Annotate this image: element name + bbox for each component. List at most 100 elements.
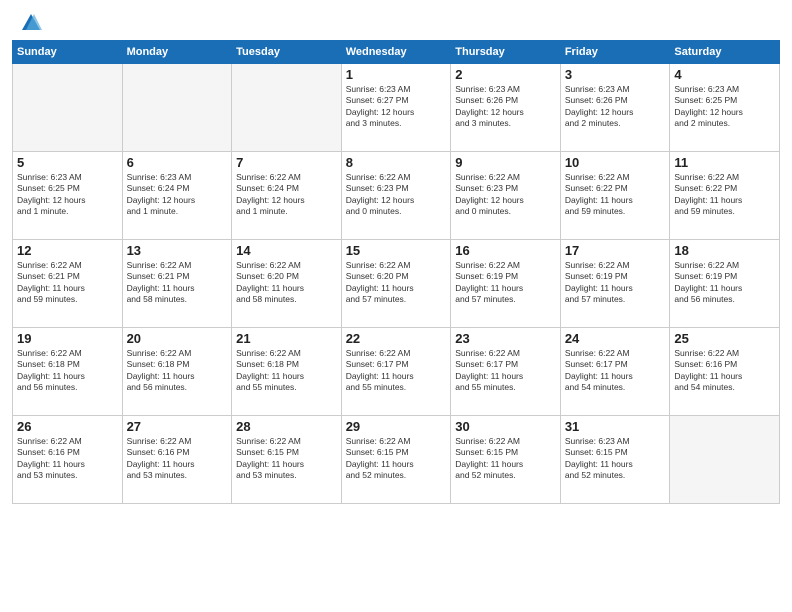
- day-info: Sunrise: 6:22 AMSunset: 6:18 PMDaylight:…: [17, 348, 118, 394]
- logo-icon: [20, 12, 42, 34]
- day-number: 31: [565, 419, 666, 434]
- day-number: 22: [346, 331, 447, 346]
- calendar-cell: 19 Sunrise: 6:22 AMSunset: 6:18 PMDayligh…: [13, 328, 123, 416]
- calendar-cell: 14 Sunrise: 6:22 AMSunset: 6:20 PMDayligh…: [232, 240, 342, 328]
- calendar-header-saturday: Saturday: [670, 41, 780, 64]
- day-number: 26: [17, 419, 118, 434]
- day-number: 8: [346, 155, 447, 170]
- day-number: 17: [565, 243, 666, 258]
- calendar-cell: 7Sunrise: 6:22 AMSunset: 6:24 PMDaylight…: [232, 152, 342, 240]
- day-number: 18: [674, 243, 775, 258]
- calendar-cell: 1 Sunrise: 6:23 AMSunset: 6:27 PMDaylight…: [341, 64, 451, 152]
- day-number: 24: [565, 331, 666, 346]
- day-info: Sunrise: 6:22 AMSunset: 6:17 PMDaylight:…: [455, 348, 556, 394]
- day-info: Sunrise: 6:22 AMSunset: 6:21 PMDaylight:…: [127, 260, 228, 306]
- day-info: Sunrise: 6:23 AMSunset: 6:26 PMDaylight:…: [565, 84, 666, 130]
- day-number: 19: [17, 331, 118, 346]
- day-info: Sunrise: 6:22 AMSunset: 6:17 PMDaylight:…: [346, 348, 447, 394]
- day-info: Sunrise: 6:22 AMSunset: 6:16 PMDaylight:…: [127, 436, 228, 482]
- day-number: 4: [674, 67, 775, 82]
- day-info: Sunrise: 6:22 AMSunset: 6:18 PMDaylight:…: [236, 348, 337, 394]
- calendar-cell: [13, 64, 123, 152]
- calendar-cell: 27 Sunrise: 6:22 AMSunset: 6:16 PMDayligh…: [122, 416, 232, 504]
- day-info: Sunrise: 6:23 AMSunset: 6:27 PMDaylight:…: [346, 84, 447, 130]
- calendar-cell: 20 Sunrise: 6:22 AMSunset: 6:18 PMDayligh…: [122, 328, 232, 416]
- calendar-cell: 6 Sunrise: 6:23 AMSunset: 6:24 PMDaylight…: [122, 152, 232, 240]
- day-info: Sunrise: 6:22 AMSunset: 6:23 PMDaylight:…: [346, 172, 447, 218]
- calendar-cell: 9 Sunrise: 6:22 AMSunset: 6:23 PMDaylight…: [451, 152, 561, 240]
- day-number: 30: [455, 419, 556, 434]
- page: SundayMondayTuesdayWednesdayThursdayFrid…: [0, 0, 792, 612]
- calendar-week-row: 5 Sunrise: 6:23 AMSunset: 6:25 PMDaylight…: [13, 152, 780, 240]
- day-info: Sunrise: 6:23 AMSunset: 6:26 PMDaylight:…: [455, 84, 556, 130]
- day-info: Sunrise: 6:23 AMSunset: 6:15 PMDaylight:…: [565, 436, 666, 482]
- day-number: 28: [236, 419, 337, 434]
- day-info: Sunrise: 6:23 AMSunset: 6:24 PMDaylight:…: [127, 172, 228, 218]
- day-info: Sunrise: 6:22 AMSunset: 6:18 PMDaylight:…: [127, 348, 228, 394]
- calendar-header-thursday: Thursday: [451, 41, 561, 64]
- calendar-cell: 15 Sunrise: 6:22 AMSunset: 6:20 PMDayligh…: [341, 240, 451, 328]
- calendar-container: SundayMondayTuesdayWednesdayThursdayFrid…: [12, 40, 780, 504]
- day-number: 15: [346, 243, 447, 258]
- calendar-cell: 31 Sunrise: 6:23 AMSunset: 6:15 PMDayligh…: [560, 416, 670, 504]
- calendar-cell: 8 Sunrise: 6:22 AMSunset: 6:23 PMDaylight…: [341, 152, 451, 240]
- day-info: Sunrise: 6:22 AMSunset: 6:19 PMDaylight:…: [674, 260, 775, 306]
- day-number: 10: [565, 155, 666, 170]
- calendar-header-monday: Monday: [122, 41, 232, 64]
- day-number: 9: [455, 155, 556, 170]
- calendar-cell: 22 Sunrise: 6:22 AMSunset: 6:17 PMDayligh…: [341, 328, 451, 416]
- day-info: Sunrise: 6:22 AMSunset: 6:16 PMDaylight:…: [674, 348, 775, 394]
- calendar-cell: [670, 416, 780, 504]
- day-number: 23: [455, 331, 556, 346]
- calendar-header-friday: Friday: [560, 41, 670, 64]
- day-info: Sunrise: 6:22 AMSunset: 6:22 PMDaylight:…: [565, 172, 666, 218]
- day-number: 25: [674, 331, 775, 346]
- calendar-cell: 23 Sunrise: 6:22 AMSunset: 6:17 PMDayligh…: [451, 328, 561, 416]
- calendar-cell: [232, 64, 342, 152]
- logo: [18, 12, 42, 34]
- calendar-cell: 2 Sunrise: 6:23 AMSunset: 6:26 PMDaylight…: [451, 64, 561, 152]
- calendar-cell: 16Sunrise: 6:22 AMSunset: 6:19 PMDayligh…: [451, 240, 561, 328]
- calendar-cell: 24 Sunrise: 6:22 AMSunset: 6:17 PMDayligh…: [560, 328, 670, 416]
- day-number: 2: [455, 67, 556, 82]
- day-number: 11: [674, 155, 775, 170]
- day-number: 12: [17, 243, 118, 258]
- day-info: Sunrise: 6:22 AMSunset: 6:21 PMDaylight:…: [17, 260, 118, 306]
- day-number: 6: [127, 155, 228, 170]
- calendar-cell: [122, 64, 232, 152]
- calendar-cell: 5 Sunrise: 6:23 AMSunset: 6:25 PMDaylight…: [13, 152, 123, 240]
- day-number: 5: [17, 155, 118, 170]
- calendar-cell: 30Sunrise: 6:22 AMSunset: 6:15 PMDayligh…: [451, 416, 561, 504]
- day-number: 27: [127, 419, 228, 434]
- day-info: Sunrise: 6:22 AMSunset: 6:24 PMDaylight:…: [236, 172, 337, 218]
- day-info: Sunrise: 6:22 AMSunset: 6:17 PMDaylight:…: [565, 348, 666, 394]
- day-info: Sunrise: 6:22 AMSunset: 6:19 PMDaylight:…: [455, 260, 556, 306]
- calendar-header-wednesday: Wednesday: [341, 41, 451, 64]
- day-info: Sunrise: 6:22 AMSunset: 6:20 PMDaylight:…: [346, 260, 447, 306]
- calendar-cell: 25 Sunrise: 6:22 AMSunset: 6:16 PMDayligh…: [670, 328, 780, 416]
- day-info: Sunrise: 6:22 AMSunset: 6:20 PMDaylight:…: [236, 260, 337, 306]
- calendar-week-row: 12 Sunrise: 6:22 AMSunset: 6:21 PMDayligh…: [13, 240, 780, 328]
- calendar-week-row: 26 Sunrise: 6:22 AMSunset: 6:16 PMDayligh…: [13, 416, 780, 504]
- day-info: Sunrise: 6:22 AMSunset: 6:23 PMDaylight:…: [455, 172, 556, 218]
- day-number: 29: [346, 419, 447, 434]
- calendar-cell: 28 Sunrise: 6:22 AMSunset: 6:15 PMDayligh…: [232, 416, 342, 504]
- calendar-week-row: 19 Sunrise: 6:22 AMSunset: 6:18 PMDayligh…: [13, 328, 780, 416]
- day-info: Sunrise: 6:23 AMSunset: 6:25 PMDaylight:…: [674, 84, 775, 130]
- day-number: 14: [236, 243, 337, 258]
- calendar-table: SundayMondayTuesdayWednesdayThursdayFrid…: [12, 40, 780, 504]
- calendar-cell: 3Sunrise: 6:23 AMSunset: 6:26 PMDaylight…: [560, 64, 670, 152]
- day-info: Sunrise: 6:22 AMSunset: 6:15 PMDaylight:…: [236, 436, 337, 482]
- calendar-cell: 12 Sunrise: 6:22 AMSunset: 6:21 PMDayligh…: [13, 240, 123, 328]
- calendar-header-row: SundayMondayTuesdayWednesdayThursdayFrid…: [13, 41, 780, 64]
- calendar-cell: 11Sunrise: 6:22 AMSunset: 6:22 PMDayligh…: [670, 152, 780, 240]
- day-info: Sunrise: 6:23 AMSunset: 6:25 PMDaylight:…: [17, 172, 118, 218]
- day-number: 13: [127, 243, 228, 258]
- day-number: 1: [346, 67, 447, 82]
- day-number: 21: [236, 331, 337, 346]
- day-number: 20: [127, 331, 228, 346]
- calendar-cell: 26 Sunrise: 6:22 AMSunset: 6:16 PMDayligh…: [13, 416, 123, 504]
- day-info: Sunrise: 6:22 AMSunset: 6:19 PMDaylight:…: [565, 260, 666, 306]
- calendar-header-tuesday: Tuesday: [232, 41, 342, 64]
- day-info: Sunrise: 6:22 AMSunset: 6:16 PMDaylight:…: [17, 436, 118, 482]
